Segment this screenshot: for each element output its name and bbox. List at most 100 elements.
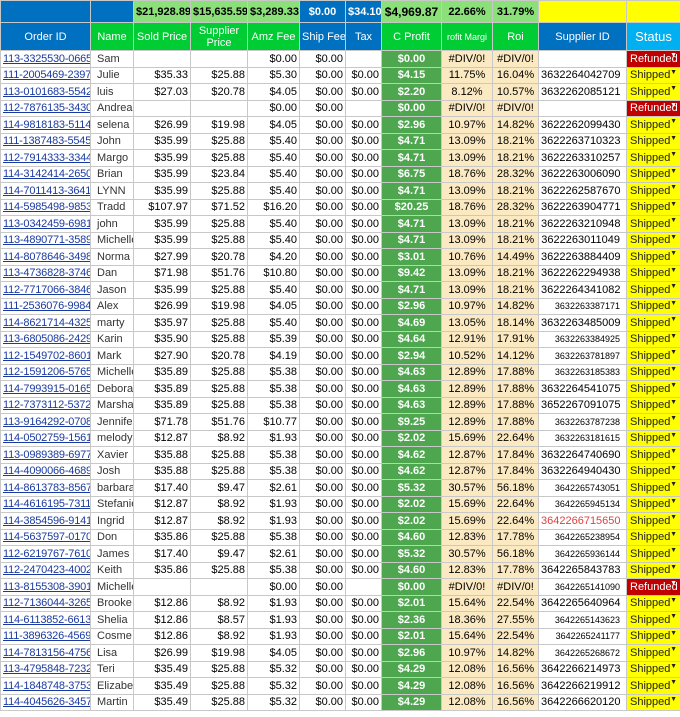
chevron-down-icon[interactable]: ▼ [670, 630, 677, 637]
customer-name[interactable]: Tradd [90, 198, 134, 216]
customer-name[interactable]: luis [90, 83, 134, 101]
amz-fee-cell[interactable]: $4.05 [247, 297, 300, 315]
customer-name[interactable]: Sam [90, 50, 134, 68]
roi-cell[interactable]: 17.91% [492, 330, 539, 348]
supplier-price-cell[interactable]: $25.88 [190, 215, 248, 233]
supplier-price-cell[interactable]: $8.92 [190, 594, 248, 612]
profit-margin-cell[interactable]: 12.91% [441, 330, 493, 348]
c-profit-cell[interactable]: $4.63 [381, 396, 442, 414]
customer-name[interactable]: Ingrid [90, 512, 134, 530]
supplier-id-cell[interactable]: 3632264042709 [538, 66, 627, 84]
ship-fee-cell[interactable]: $0.00 [299, 198, 346, 216]
tax-cell[interactable]: $0.00 [345, 462, 382, 480]
chevron-down-icon[interactable]: ▼ [670, 580, 677, 587]
profit-margin-cell[interactable]: 18.76% [441, 198, 493, 216]
tax-cell[interactable]: $0.00 [345, 594, 382, 612]
summary-blank-cell[interactable] [538, 0, 627, 23]
supplier-price-cell[interactable]: $25.88 [190, 660, 248, 678]
chevron-down-icon[interactable]: ▼ [670, 547, 677, 554]
amz-fee-cell[interactable]: $5.38 [247, 561, 300, 579]
tax-cell[interactable]: $0.00 [345, 297, 382, 315]
profit-margin-cell[interactable]: 10.97% [441, 116, 493, 134]
roi-cell[interactable]: 18.21% [492, 182, 539, 200]
sold-price-cell[interactable]: $35.88 [133, 462, 191, 480]
amz-fee-cell[interactable]: $1.93 [247, 512, 300, 530]
amz-fee-cell[interactable]: $2.61 [247, 479, 300, 497]
c-profit-cell[interactable]: $2.01 [381, 594, 442, 612]
profit-margin-cell[interactable]: 15.69% [441, 512, 493, 530]
status-dropdown[interactable]: Shipped ▼ [626, 182, 680, 200]
ship-fee-cell[interactable]: $0.00 [299, 413, 346, 431]
profit-margin-cell[interactable]: #DIV/0! [441, 99, 493, 117]
ship-fee-cell[interactable]: $0.00 [299, 660, 346, 678]
order-id-link[interactable]: 112-6219767-7610633 [0, 545, 91, 563]
supplier-id-cell[interactable]: 3622262294938 [538, 264, 627, 282]
sold-price-cell[interactable]: $107.97 [133, 198, 191, 216]
status-dropdown[interactable]: Shipped ▼ [626, 83, 680, 101]
ship-fee-cell[interactable]: $0.00 [299, 446, 346, 464]
c-profit-cell[interactable]: $2.02 [381, 429, 442, 447]
c-profit-cell[interactable]: $4.62 [381, 462, 442, 480]
roi-cell[interactable]: 17.88% [492, 363, 539, 381]
amz-fee-cell[interactable]: $10.80 [247, 264, 300, 282]
chevron-down-icon[interactable]: ▼ [670, 531, 677, 538]
customer-name[interactable]: Deborah [90, 380, 134, 398]
tax-cell[interactable]: $0.00 [345, 330, 382, 348]
customer-name[interactable]: selena [90, 116, 134, 134]
c-profit-cell[interactable]: $5.32 [381, 545, 442, 563]
c-profit-cell[interactable]: $6.75 [381, 165, 442, 183]
supplier-price-cell[interactable]: $9.47 [190, 479, 248, 497]
order-id-link[interactable]: 114-4045626-3457011 [0, 693, 91, 711]
header-ship-fee[interactable]: Ship Fee [299, 22, 346, 51]
customer-name[interactable]: Dan [90, 264, 134, 282]
c-profit-cell[interactable]: $4.71 [381, 215, 442, 233]
supplier-price-cell[interactable]: $8.92 [190, 429, 248, 447]
customer-name[interactable]: Keith [90, 561, 134, 579]
order-id-link[interactable]: 114-7011413-3641017 [0, 182, 91, 200]
sold-price-cell[interactable]: $35.99 [133, 281, 191, 299]
sold-price-cell[interactable]: $71.98 [133, 264, 191, 282]
ship-fee-cell[interactable]: $0.00 [299, 429, 346, 447]
chevron-down-icon[interactable]: ▼ [670, 613, 677, 620]
c-profit-cell[interactable]: $4.29 [381, 677, 442, 695]
profit-margin-cell[interactable]: 12.87% [441, 446, 493, 464]
c-profit-cell[interactable]: $9.42 [381, 264, 442, 282]
tax-cell[interactable]: $0.00 [345, 182, 382, 200]
amz-fee-cell[interactable]: $5.40 [247, 165, 300, 183]
amz-fee-cell[interactable]: $5.38 [247, 396, 300, 414]
order-id-link[interactable]: 114-9818183-5114650 [0, 116, 91, 134]
profit-margin-cell[interactable]: 11.75% [441, 66, 493, 84]
roi-cell[interactable]: 18.14% [492, 314, 539, 332]
order-id-link[interactable]: 114-7993915-0165046 [0, 380, 91, 398]
c-profit-cell[interactable]: $2.96 [381, 297, 442, 315]
sold-price-cell[interactable]: $35.86 [133, 561, 191, 579]
profit-margin-cell[interactable]: 15.69% [441, 495, 493, 513]
supplier-price-cell[interactable]: $25.88 [190, 231, 248, 249]
roi-cell[interactable]: 17.88% [492, 396, 539, 414]
c-profit-cell[interactable]: $2.96 [381, 116, 442, 134]
status-dropdown[interactable]: Shipped ▼ [626, 198, 680, 216]
profit-margin-cell[interactable]: 12.08% [441, 693, 493, 711]
header-supplier-price[interactable]: Supplier Price [190, 22, 248, 51]
sold-price-cell[interactable]: $35.89 [133, 363, 191, 381]
customer-name[interactable]: Alex [90, 297, 134, 315]
tax-cell[interactable]: $0.00 [345, 644, 382, 662]
ship-fee-cell[interactable]: $0.00 [299, 462, 346, 480]
supplier-price-cell[interactable]: $23.84 [190, 165, 248, 183]
header-order-id[interactable]: Order ID [0, 22, 91, 51]
roi-cell[interactable]: 18.21% [492, 149, 539, 167]
c-profit-cell[interactable]: $20.25 [381, 198, 442, 216]
profit-margin-cell[interactable]: 13.09% [441, 149, 493, 167]
ship-fee-cell[interactable]: $0.00 [299, 264, 346, 282]
order-id-link[interactable]: 112-7373112-5372236 [0, 396, 91, 414]
roi-cell[interactable]: #DIV/0! [492, 99, 539, 117]
order-id-link[interactable]: 114-8621714-4325054 [0, 314, 91, 332]
customer-name[interactable]: Teri [90, 660, 134, 678]
supplier-price-cell[interactable]: $8.92 [190, 512, 248, 530]
ship-fee-cell[interactable]: $0.00 [299, 215, 346, 233]
customer-name[interactable]: Marshall [90, 396, 134, 414]
tax-cell[interactable]: $0.00 [345, 693, 382, 711]
ship-fee-cell[interactable]: $0.00 [299, 116, 346, 134]
chevron-down-icon[interactable]: ▼ [670, 151, 677, 158]
total-amz-fee[interactable]: $3,289.33 [247, 0, 300, 23]
